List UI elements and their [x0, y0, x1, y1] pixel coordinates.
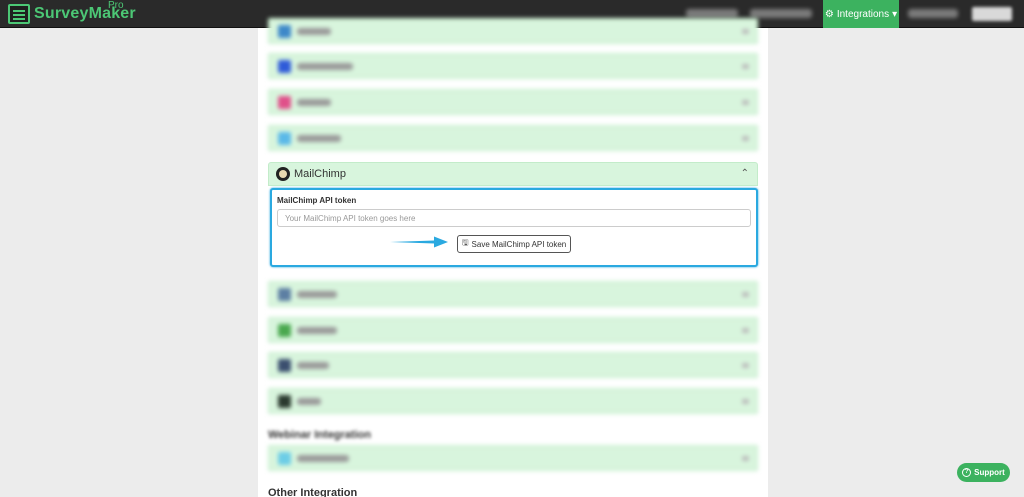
mailchimp-accordion-header[interactable]: MailChimp ⌃ — [268, 162, 758, 186]
integration-logo-icon — [278, 395, 291, 408]
nav-item-manage-forms[interactable] — [750, 9, 812, 18]
save-button-label: Save MailChimp API token — [471, 239, 567, 249]
integration-logo-icon — [278, 60, 291, 73]
integrations-panel: MailChimp ⌃ MailChimp API token 🖫 Save M… — [258, 18, 768, 497]
integration-title-blurred — [297, 398, 321, 405]
integration-row-blurred[interactable] — [268, 89, 758, 115]
chevron-down-icon — [742, 456, 749, 461]
integration-row-blurred[interactable] — [268, 352, 758, 378]
integration-logo-icon — [278, 324, 291, 337]
integration-logo-icon — [278, 25, 291, 38]
support-button[interactable]: ? Support — [957, 463, 1010, 482]
integration-title-blurred — [297, 63, 353, 70]
arrow-right-icon — [390, 236, 448, 248]
integration-row-blurred[interactable] — [268, 53, 758, 79]
gears-icon: ⚙ — [824, 8, 834, 20]
integration-title-blurred — [297, 135, 341, 142]
user-menu-button[interactable] — [972, 7, 1012, 21]
integration-logo-icon — [278, 452, 291, 465]
webinar-integration-heading: Webinar Integration — [268, 429, 372, 441]
app-logo[interactable]: SurveyMaker Pro — [8, 0, 136, 25]
mailchimp-token-input[interactable] — [277, 209, 751, 227]
nav-item-dashboard[interactable] — [686, 9, 738, 18]
mailchimp-token-label: MailChimp API token — [277, 196, 357, 205]
save-icon: 🖫 — [461, 238, 469, 247]
logo-icon — [8, 4, 30, 24]
mailchimp-title: MailChimp — [294, 168, 346, 180]
other-integration-heading: Other Integration — [268, 487, 358, 497]
nav-item-integrations-label: Integrations — [836, 8, 890, 20]
integration-title-blurred — [297, 291, 337, 298]
integration-row-blurred[interactable] — [268, 18, 758, 44]
nav-item-account[interactable] — [908, 9, 958, 18]
integration-row-blurred[interactable] — [268, 445, 758, 471]
integration-title-blurred — [297, 99, 331, 106]
chevron-down-icon — [742, 363, 749, 368]
mailchimp-logo-icon — [276, 167, 290, 181]
integration-logo-icon — [278, 96, 291, 109]
integration-title-blurred — [297, 362, 329, 369]
integration-logo-icon — [278, 359, 291, 372]
chevron-down-icon — [742, 328, 749, 333]
save-mailchimp-token-button[interactable]: 🖫 Save MailChimp API token — [457, 235, 571, 253]
integration-title-blurred — [297, 455, 349, 462]
caret-down-icon: ▾ — [892, 8, 898, 20]
integration-row-blurred[interactable] — [268, 388, 758, 414]
integration-logo-icon — [278, 288, 291, 301]
integration-row-blurred[interactable] — [268, 125, 758, 151]
integration-title-blurred — [297, 327, 337, 334]
mailchimp-settings-box: MailChimp API token 🖫 Save MailChimp API… — [270, 188, 758, 267]
chevron-down-icon — [742, 100, 749, 105]
nav-item-integrations[interactable]: ⚙ Integrations ▾ — [823, 0, 899, 28]
help-icon: ? — [962, 468, 972, 477]
integration-title-blurred — [297, 28, 331, 35]
chevron-down-icon — [742, 399, 749, 404]
chevron-up-icon[interactable]: ⌃ — [741, 168, 749, 179]
logo-pro-badge: Pro — [108, 0, 124, 11]
integration-row-blurred[interactable] — [268, 281, 758, 307]
integration-logo-icon — [278, 132, 291, 145]
support-label: Support — [974, 468, 1005, 477]
chevron-down-icon — [742, 292, 749, 297]
chevron-down-icon — [742, 29, 749, 34]
chevron-down-icon — [742, 136, 749, 141]
chevron-down-icon — [742, 64, 749, 69]
integration-row-blurred[interactable] — [268, 317, 758, 343]
